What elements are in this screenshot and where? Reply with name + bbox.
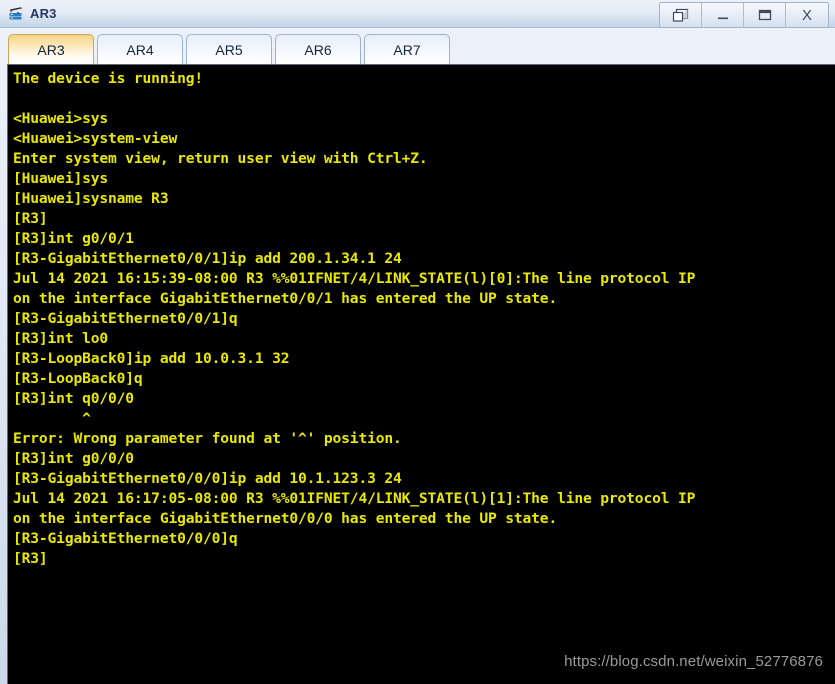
tab-ar7[interactable]: AR7: [364, 34, 450, 64]
tab-ar3[interactable]: AR3: [8, 34, 94, 64]
terminal-line: <Huawei>sys: [13, 110, 108, 127]
tab-label: AR3: [37, 41, 65, 58]
terminal-line: on the interface GigabitEthernet0/0/1 ha…: [13, 290, 558, 307]
tab-bar: AR3 AR4 AR5 AR6 AR7: [0, 28, 835, 64]
terminal-line: [R3]int lo0: [13, 330, 108, 347]
terminal-line: [R3]int g0/0/1: [13, 230, 134, 247]
terminal-line: [R3]: [13, 550, 48, 567]
terminal-line: [R3-GigabitEthernet0/0/0]ip add 10.1.123…: [13, 470, 402, 487]
terminal-line: [R3]int g0/0/0: [13, 450, 134, 467]
title-bar: AR3 X: [0, 0, 835, 28]
terminal-line: [R3-GigabitEthernet0/0/1]ip add 200.1.34…: [13, 250, 402, 267]
close-button[interactable]: X: [786, 3, 828, 27]
terminal-frame: The device is running! <Huawei>sys <Huawe…: [7, 64, 835, 684]
maximize-button[interactable]: [744, 3, 786, 27]
minimize-button[interactable]: [702, 3, 744, 27]
terminal-line: [R3-LoopBack0]q: [13, 370, 143, 387]
emulator-window: AR3 X AR3 AR4 AR5 AR6 AR7 The device is …: [0, 0, 835, 684]
tab-label: AR6: [304, 41, 332, 58]
terminal-line: [R3]: [13, 210, 48, 227]
terminal-line: [Huawei]sys: [13, 170, 108, 187]
terminal-output[interactable]: The device is running! <Huawei>sys <Huawe…: [8, 65, 835, 684]
terminal-line: [R3-GigabitEthernet0/0/1]q: [13, 310, 238, 327]
terminal-line: [R3]int q0/0/0: [13, 390, 134, 407]
window-controls: X: [659, 2, 829, 28]
terminal-line: on the interface GigabitEthernet0/0/0 ha…: [13, 510, 558, 527]
terminal-line: Error: Wrong parameter found at '^' posi…: [13, 430, 402, 447]
terminal-line: Jul 14 2021 16:17:05-08:00 R3 %%01IFNET/…: [13, 490, 696, 507]
tab-label: AR4: [126, 41, 154, 58]
tab-ar4[interactable]: AR4: [97, 34, 183, 64]
terminal-line: ^: [13, 410, 91, 427]
tab-label: AR5: [215, 41, 243, 58]
terminal-line: Enter system view, return user view with…: [13, 150, 428, 167]
tab-ar6[interactable]: AR6: [275, 34, 361, 64]
router-icon: [9, 6, 23, 19]
close-icon: X: [801, 6, 812, 24]
window-title: AR3: [30, 6, 57, 21]
tab-ar5[interactable]: AR5: [186, 34, 272, 64]
watermark-text: https://blog.csdn.net/weixin_52776876: [564, 653, 823, 670]
tab-label: AR7: [393, 41, 421, 58]
restore-cascade-button[interactable]: [660, 3, 702, 27]
terminal-line: Jul 14 2021 16:15:39-08:00 R3 %%01IFNET/…: [13, 270, 696, 287]
terminal-line: [R3-LoopBack0]ip add 10.0.3.1 32: [13, 350, 290, 367]
terminal-line: [R3-GigabitEthernet0/0/0]q: [13, 530, 238, 547]
terminal-line: [Huawei]sysname R3: [13, 190, 169, 207]
terminal-line: <Huawei>system-view: [13, 130, 178, 147]
terminal-line: The device is running!: [13, 70, 203, 87]
